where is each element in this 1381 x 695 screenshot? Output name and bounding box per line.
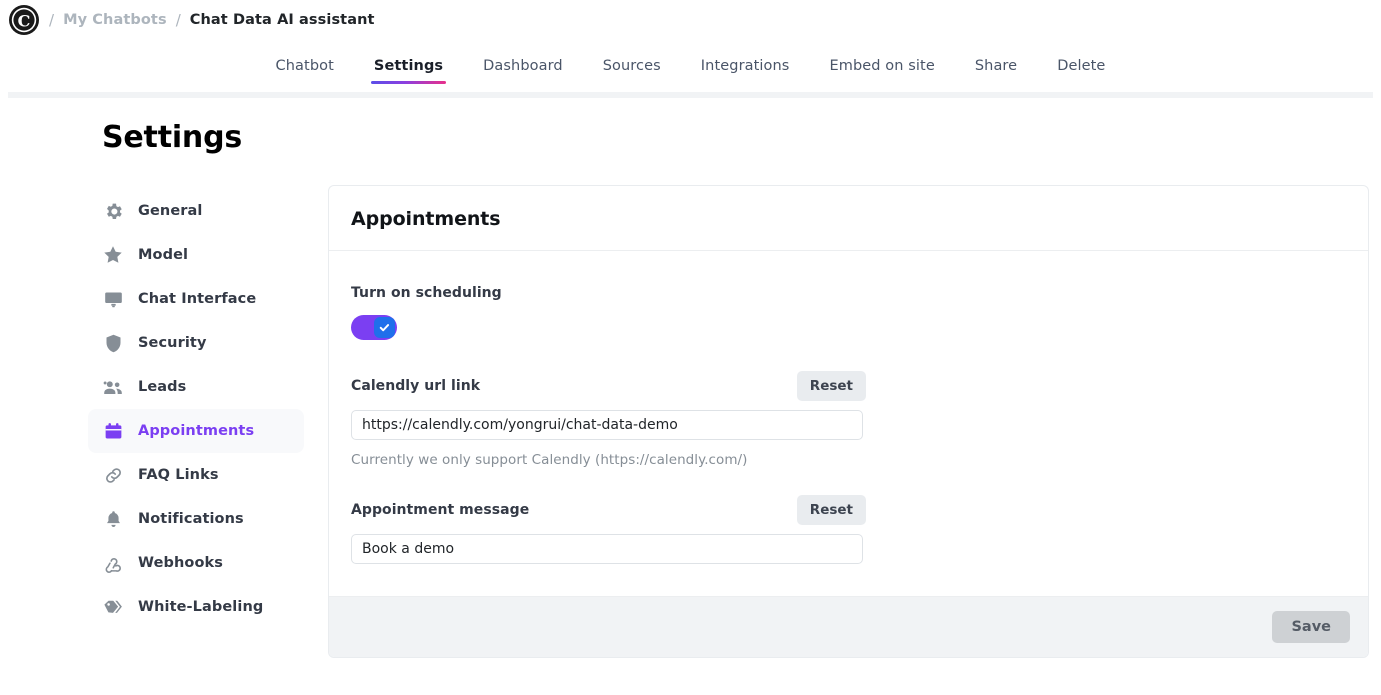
sidebar-item-label: Chat Interface xyxy=(138,291,257,307)
scheduling-label: Turn on scheduling xyxy=(351,285,502,301)
breadcrumb-separator-2: / xyxy=(175,11,181,29)
appointment-message-label: Appointment message xyxy=(351,502,530,518)
tab-chatbot[interactable]: Chatbot xyxy=(256,54,354,88)
page-title: Settings xyxy=(102,120,243,155)
settings-sidebar: General Model Chat Interface Security Le… xyxy=(88,185,304,658)
tab-settings[interactable]: Settings xyxy=(354,54,463,88)
breadcrumb-my-chatbots[interactable]: My Chatbots xyxy=(63,12,167,28)
webhook-icon xyxy=(102,552,124,574)
sidebar-item-label: Webhooks xyxy=(138,555,224,571)
sidebar-item-label: General xyxy=(138,203,203,219)
tag-icon xyxy=(102,596,124,618)
bell-icon xyxy=(102,508,124,530)
breadcrumb-current-chatbot: Chat Data AI assistant xyxy=(189,12,375,28)
sidebar-item-label: Model xyxy=(138,247,189,263)
check-icon xyxy=(374,317,395,338)
sidebar-item-general[interactable]: General xyxy=(88,189,304,233)
card-footer: Save xyxy=(329,596,1368,657)
sidebar-item-chat-interface[interactable]: Chat Interface xyxy=(88,277,304,321)
calendly-url-header: Calendly url link Reset xyxy=(351,371,866,401)
calendly-url-group: Calendly url link Reset Currently we onl… xyxy=(351,371,866,468)
sidebar-item-model[interactable]: Model xyxy=(88,233,304,277)
appointment-message-reset-button[interactable]: Reset xyxy=(796,495,866,525)
tab-delete[interactable]: Delete xyxy=(1037,54,1125,88)
scheduling-toggle[interactable] xyxy=(351,315,397,340)
sidebar-item-notifications[interactable]: Notifications xyxy=(88,497,304,541)
calendly-url-label: Calendly url link xyxy=(351,378,481,394)
settings-page: Settings General Model Chat Interface Se… xyxy=(0,98,1381,658)
scheduling-toggle-wrap xyxy=(351,315,1346,344)
calendly-help-text: Currently we only support Calendly (http… xyxy=(351,452,748,468)
svg-text:C: C xyxy=(18,11,31,30)
sidebar-item-white-labeling[interactable]: White-Labeling xyxy=(88,585,304,629)
sidebar-item-security[interactable]: Security xyxy=(88,321,304,365)
card-body: Turn on scheduling Calendly url link Res… xyxy=(329,251,1368,596)
gear-icon xyxy=(102,200,124,222)
star-icon xyxy=(102,244,124,266)
calendar-icon xyxy=(102,420,124,442)
save-button[interactable]: Save xyxy=(1272,611,1350,643)
link-icon xyxy=(102,464,124,486)
calendly-reset-button[interactable]: Reset xyxy=(796,371,866,401)
sidebar-item-webhooks[interactable]: Webhooks xyxy=(88,541,304,585)
tab-sources[interactable]: Sources xyxy=(583,54,681,88)
sidebar-item-leads[interactable]: Leads xyxy=(88,365,304,409)
copyright-c-logo-icon[interactable]: C xyxy=(8,4,40,36)
people-icon xyxy=(102,376,124,398)
scheduling-toggle-group: Turn on scheduling xyxy=(351,285,1346,344)
shield-icon xyxy=(102,332,124,354)
appointment-message-input[interactable] xyxy=(351,534,863,564)
sidebar-item-label: White-Labeling xyxy=(138,599,264,615)
card-title: Appointments xyxy=(351,208,501,230)
sidebar-item-label: Leads xyxy=(138,379,187,395)
sidebar-item-label: Notifications xyxy=(138,511,244,527)
sidebar-item-faq-links[interactable]: FAQ Links xyxy=(88,453,304,497)
breadcrumb-separator-1: / xyxy=(49,11,55,29)
tab-dashboard[interactable]: Dashboard xyxy=(463,54,583,88)
card-header: Appointments xyxy=(329,186,1368,251)
sidebar-item-label: Security xyxy=(138,335,207,351)
appointment-message-header: Appointment message Reset xyxy=(351,495,866,525)
sidebar-item-appointments[interactable]: Appointments xyxy=(88,409,304,453)
settings-body: General Model Chat Interface Security Le… xyxy=(0,185,1381,658)
sidebar-item-label: FAQ Links xyxy=(138,467,219,483)
appointment-message-group: Appointment message Reset xyxy=(351,495,866,564)
appointments-settings-card: Appointments Turn on scheduling Calendly… xyxy=(328,185,1369,658)
tab-share[interactable]: Share xyxy=(955,54,1037,88)
tab-integrations[interactable]: Integrations xyxy=(681,54,810,88)
monitor-icon xyxy=(102,288,124,310)
top-header-bar: C / My Chatbots / Chat Data AI assistant xyxy=(0,0,1381,40)
sidebar-item-label: Appointments xyxy=(138,423,255,439)
tab-embed-on-site[interactable]: Embed on site xyxy=(809,54,954,88)
calendly-url-input[interactable] xyxy=(351,410,863,440)
primary-tab-bar: Chatbot Settings Dashboard Sources Integ… xyxy=(0,40,1381,98)
